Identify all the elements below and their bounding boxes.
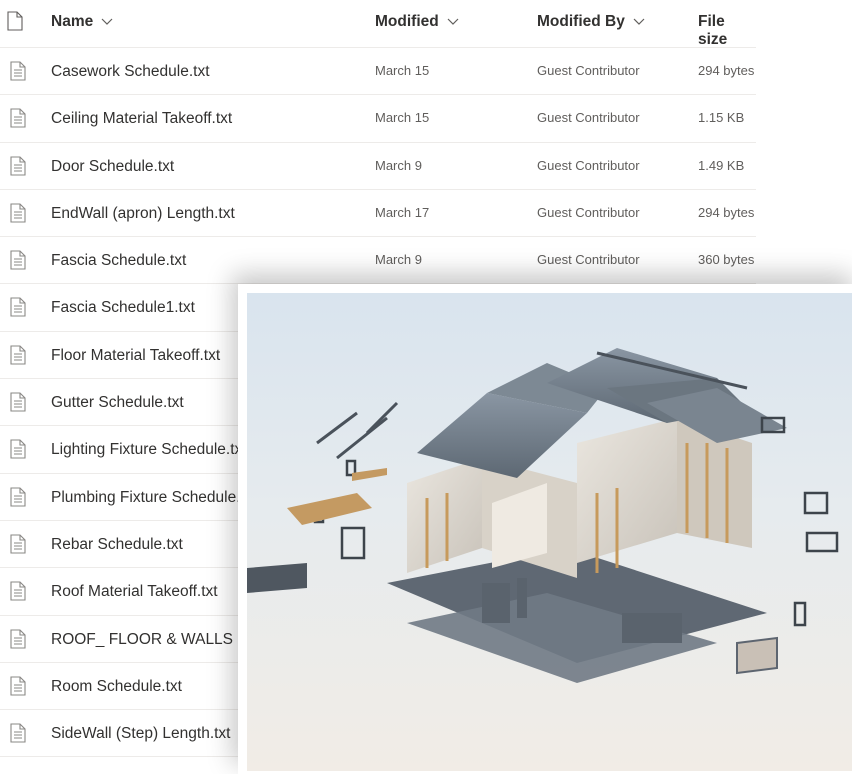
modified-date: March 17 xyxy=(375,204,430,220)
modified-by-column-label: Modified By xyxy=(537,13,625,30)
text-file-icon xyxy=(10,581,26,606)
file-name-link[interactable]: Door Schedule.txt xyxy=(51,158,174,176)
chevron-down-icon xyxy=(447,18,459,25)
file-type-column-header[interactable] xyxy=(7,11,23,31)
file-name-link[interactable]: Floor Material Takeoff.txt xyxy=(51,347,220,365)
modified-by: Guest Contributor xyxy=(537,204,640,220)
file-name-link[interactable]: Roof Material Takeoff.txt xyxy=(51,583,218,601)
file-name-link[interactable]: Fascia Schedule.txt xyxy=(51,252,186,270)
building-model-image xyxy=(247,293,852,771)
text-file-icon xyxy=(10,534,26,559)
file-name-link[interactable]: SideWall (Step) Length.txt xyxy=(51,725,230,743)
file-name-link[interactable]: EndWall (apron) Length.txt xyxy=(51,205,235,223)
file-size: 294 bytes xyxy=(698,204,755,220)
file-row[interactable]: Casework Schedule.txt March 15 Guest Contr… xyxy=(0,48,756,96)
list-header: Name Modified Modified By File size xyxy=(0,0,756,48)
file-name-link[interactable]: Room Schedule.txt xyxy=(51,678,182,696)
modified-date: March 9 xyxy=(375,252,422,268)
name-column-label: Name xyxy=(51,13,94,30)
file-row[interactable]: EndWall (apron) Length.txt March 17 Guest … xyxy=(0,190,756,238)
modified-date: March 15 xyxy=(375,63,430,78)
file-size: 1.15 KB xyxy=(698,110,745,126)
text-file-icon xyxy=(10,156,26,181)
text-file-icon xyxy=(10,392,26,417)
chevron-down-icon xyxy=(101,18,113,25)
file-name-link[interactable]: Gutter Schedule.txt xyxy=(51,394,184,412)
modified-by: Guest Contributor xyxy=(537,157,640,173)
chevron-down-icon xyxy=(633,18,645,25)
text-file-icon xyxy=(10,629,26,654)
text-file-icon xyxy=(10,108,26,133)
file-size-column-header[interactable]: File size xyxy=(698,13,756,49)
text-file-icon xyxy=(10,723,26,748)
text-file-icon xyxy=(10,439,26,464)
modified-by: Guest Contributor xyxy=(537,63,640,78)
file-row[interactable]: Ceiling Material Takeoff.txt March 15 Gues… xyxy=(0,95,756,143)
file-name-link[interactable]: ROOF_ FLOOR & WALLS -PA xyxy=(51,631,262,649)
text-file-icon xyxy=(10,61,26,86)
text-file-icon xyxy=(10,297,26,322)
file-name-link[interactable]: Ceiling Material Takeoff.txt xyxy=(51,110,232,128)
modified-by: Guest Contributor xyxy=(537,110,640,126)
exploded-house-illustration xyxy=(247,348,839,683)
file-name-link[interactable]: Casework Schedule.txt xyxy=(51,63,210,81)
file-size: 360 bytes xyxy=(698,252,755,268)
text-file-icon xyxy=(10,487,26,512)
name-column-header[interactable]: Name xyxy=(51,13,113,31)
file-row[interactable]: Fascia Schedule.txt March 9 Guest Contribu… xyxy=(0,237,756,285)
file-size: 294 bytes xyxy=(698,63,755,78)
file-row[interactable]: Door Schedule.txt March 9 Guest Contributo… xyxy=(0,143,756,190)
file-name-link[interactable]: Rebar Schedule.txt xyxy=(51,536,183,554)
text-file-icon xyxy=(10,250,26,275)
file-name-link[interactable]: Fascia Schedule1.txt xyxy=(51,299,195,317)
text-file-icon xyxy=(10,345,26,370)
modified-date: March 15 xyxy=(375,110,430,126)
file-name-link[interactable]: Plumbing Fixture Schedule.txt xyxy=(51,489,257,507)
modified-by: Guest Contributor xyxy=(537,252,640,268)
modified-date: March 9 xyxy=(375,157,422,173)
file-size-column-label: File size xyxy=(698,13,728,48)
document-icon xyxy=(7,11,23,31)
file-name-link[interactable]: Lighting Fixture Schedule.txt xyxy=(51,441,247,459)
text-file-icon xyxy=(10,203,26,228)
modified-column-label: Modified xyxy=(375,13,439,30)
file-size: 1.49 KB xyxy=(698,157,745,173)
modified-column-header[interactable]: Modified xyxy=(375,13,459,31)
modified-by-column-header[interactable]: Modified By xyxy=(537,13,645,31)
text-file-icon xyxy=(10,676,26,701)
